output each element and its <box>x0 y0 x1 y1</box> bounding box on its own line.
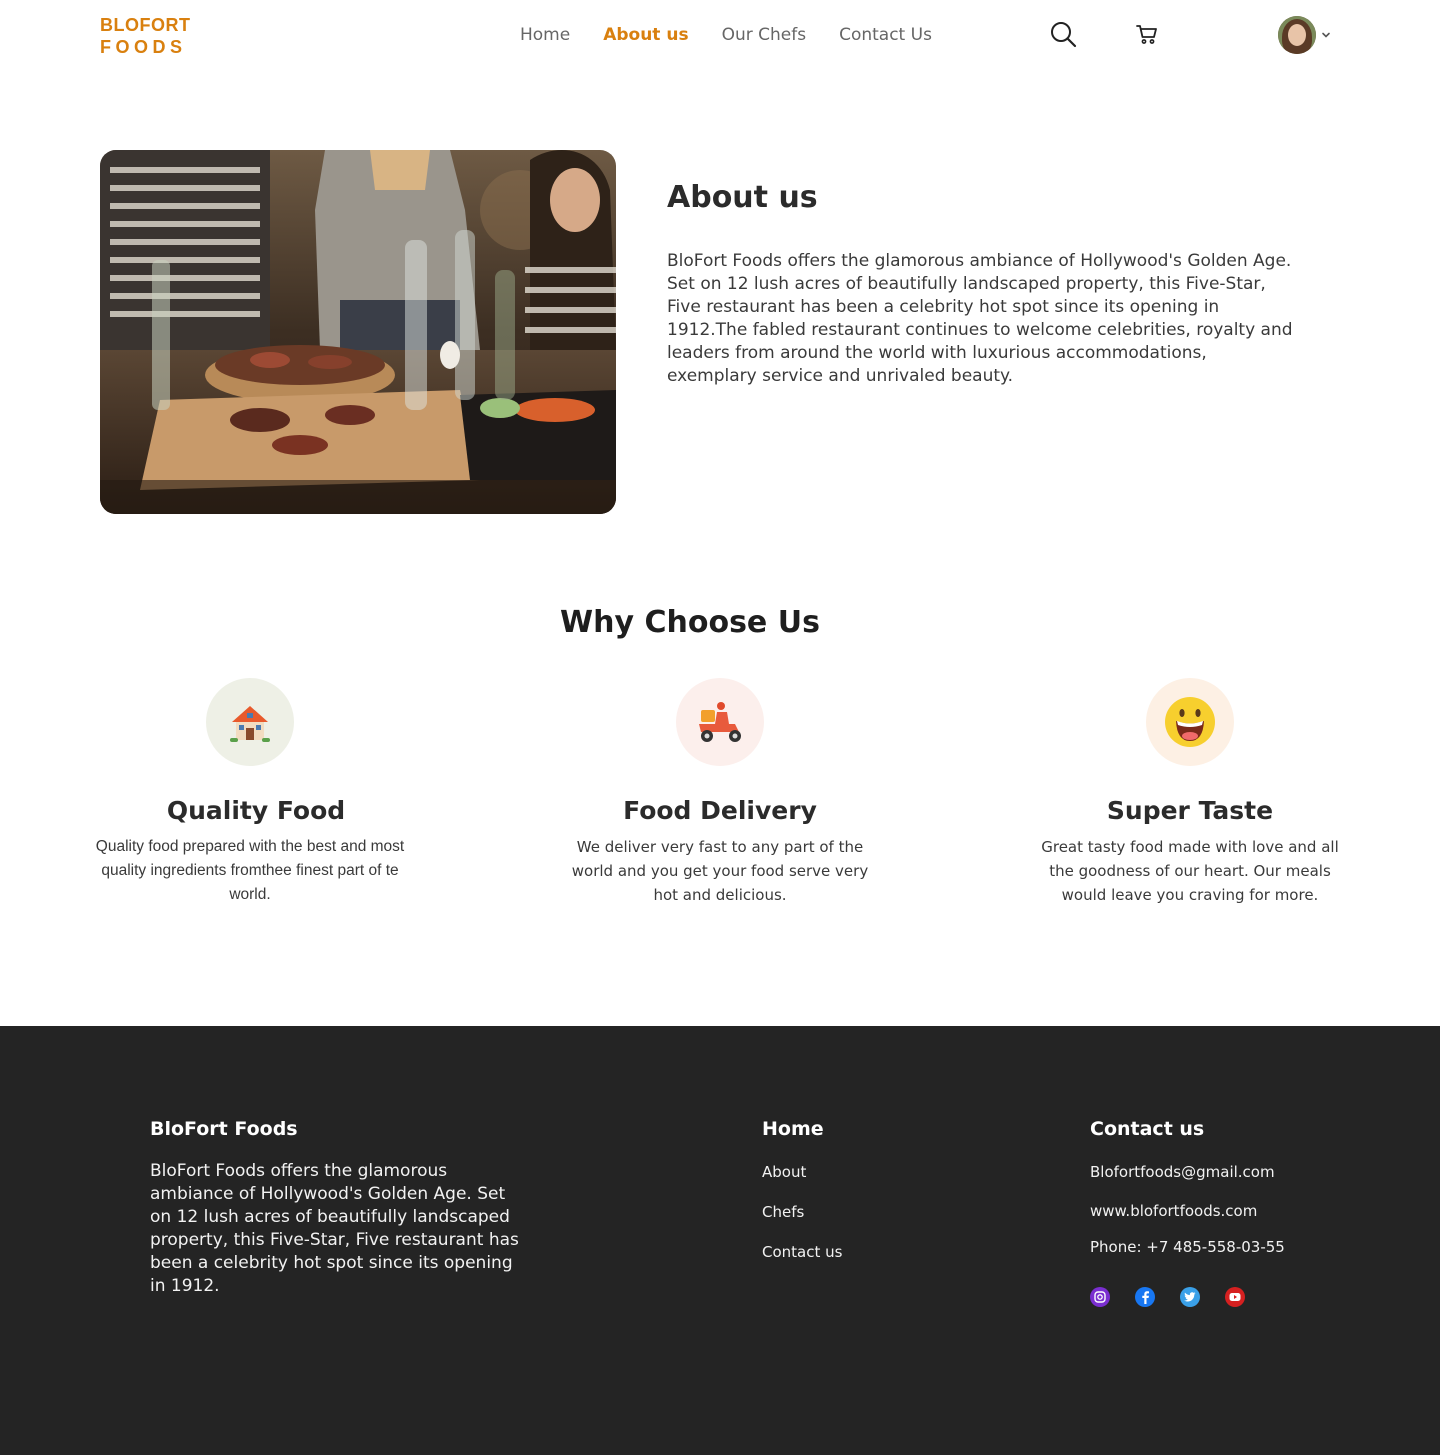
nav-about-us[interactable]: About us <box>603 24 688 46</box>
footer-link-chefs[interactable]: Chefs <box>762 1202 842 1222</box>
about-title: About us <box>667 180 818 215</box>
feature-super-taste: Super Taste Great tasty food made with l… <box>1030 678 1350 907</box>
nav-our-chefs[interactable]: Our Chefs <box>722 24 807 46</box>
about-image <box>100 150 616 514</box>
avatar <box>1278 16 1316 54</box>
logo-line1: BLOFORT <box>100 15 191 35</box>
social-links <box>1090 1287 1285 1307</box>
feature-text: Great tasty food made with love and all … <box>1041 838 1339 904</box>
search-icon <box>1051 22 1077 48</box>
twitter-icon[interactable] <box>1180 1287 1200 1307</box>
logo[interactable]: BLOFORT FOODS <box>100 14 191 58</box>
nav-home[interactable]: Home <box>520 24 570 46</box>
footer-home-title[interactable]: Home <box>762 1118 842 1140</box>
chevron-down-icon <box>1322 32 1330 38</box>
house-icon <box>206 678 294 766</box>
header: BLOFORT FOODS Home About us Our Chefs Co… <box>0 0 1440 72</box>
delivery-scooter-icon <box>676 678 764 766</box>
about-text: BloFort Foods offers the glamorous ambia… <box>667 251 1293 386</box>
footer-link-about[interactable]: About <box>762 1162 842 1182</box>
youtube-icon[interactable] <box>1225 1287 1245 1307</box>
footer-website[interactable]: www.blofortfoods.com <box>1090 1201 1285 1221</box>
footer-brand-text: BloFort Foods offers the glamorous ambia… <box>150 1161 519 1296</box>
footer-home: Home About Chefs Contact us <box>762 1118 842 1262</box>
search-button[interactable] <box>1047 18 1079 50</box>
why-choose-us-title: Why Choose Us <box>560 605 820 640</box>
footer-phone: Phone: +7 485-558-03-55 <box>1090 1238 1285 1256</box>
footer-contact-title: Contact us <box>1090 1118 1205 1140</box>
footer: BloFort Foods BloFort Foods offers the g… <box>0 1026 1440 1455</box>
feature-quality-food: Quality Food Quality food prepared with … <box>90 678 410 907</box>
instagram-icon[interactable] <box>1090 1287 1110 1307</box>
footer-link-contact-us[interactable]: Contact us <box>762 1242 842 1262</box>
footer-email[interactable]: Blofortfoods@gmail.com <box>1090 1162 1285 1182</box>
footer-brand-title: BloFort Foods <box>150 1118 298 1140</box>
feature-title: Quality Food <box>166 796 346 825</box>
facebook-icon[interactable] <box>1135 1287 1155 1307</box>
account-menu[interactable] <box>1278 16 1332 54</box>
nav-contact-us[interactable]: Contact Us <box>839 24 932 46</box>
cart-button[interactable] <box>1131 18 1163 50</box>
main-nav: Home About us Our Chefs Contact Us <box>520 24 932 46</box>
smiley-face-icon <box>1146 678 1234 766</box>
logo-line2: FOODS <box>100 37 187 57</box>
feature-title: Super Taste <box>1106 796 1274 825</box>
feature-title: Food Delivery <box>623 796 817 825</box>
feature-text: We deliver very fast to any part of the … <box>571 838 869 904</box>
footer-brand: BloFort Foods BloFort Foods offers the g… <box>150 1118 530 1298</box>
footer-contact: Contact us Blofortfoods@gmail.com www.bl… <box>1090 1118 1285 1307</box>
cart-icon <box>1136 25 1157 44</box>
feature-food-delivery: Food Delivery We deliver very fast to an… <box>560 678 880 907</box>
feature-text: Quality food prepared with the best and … <box>95 838 405 903</box>
